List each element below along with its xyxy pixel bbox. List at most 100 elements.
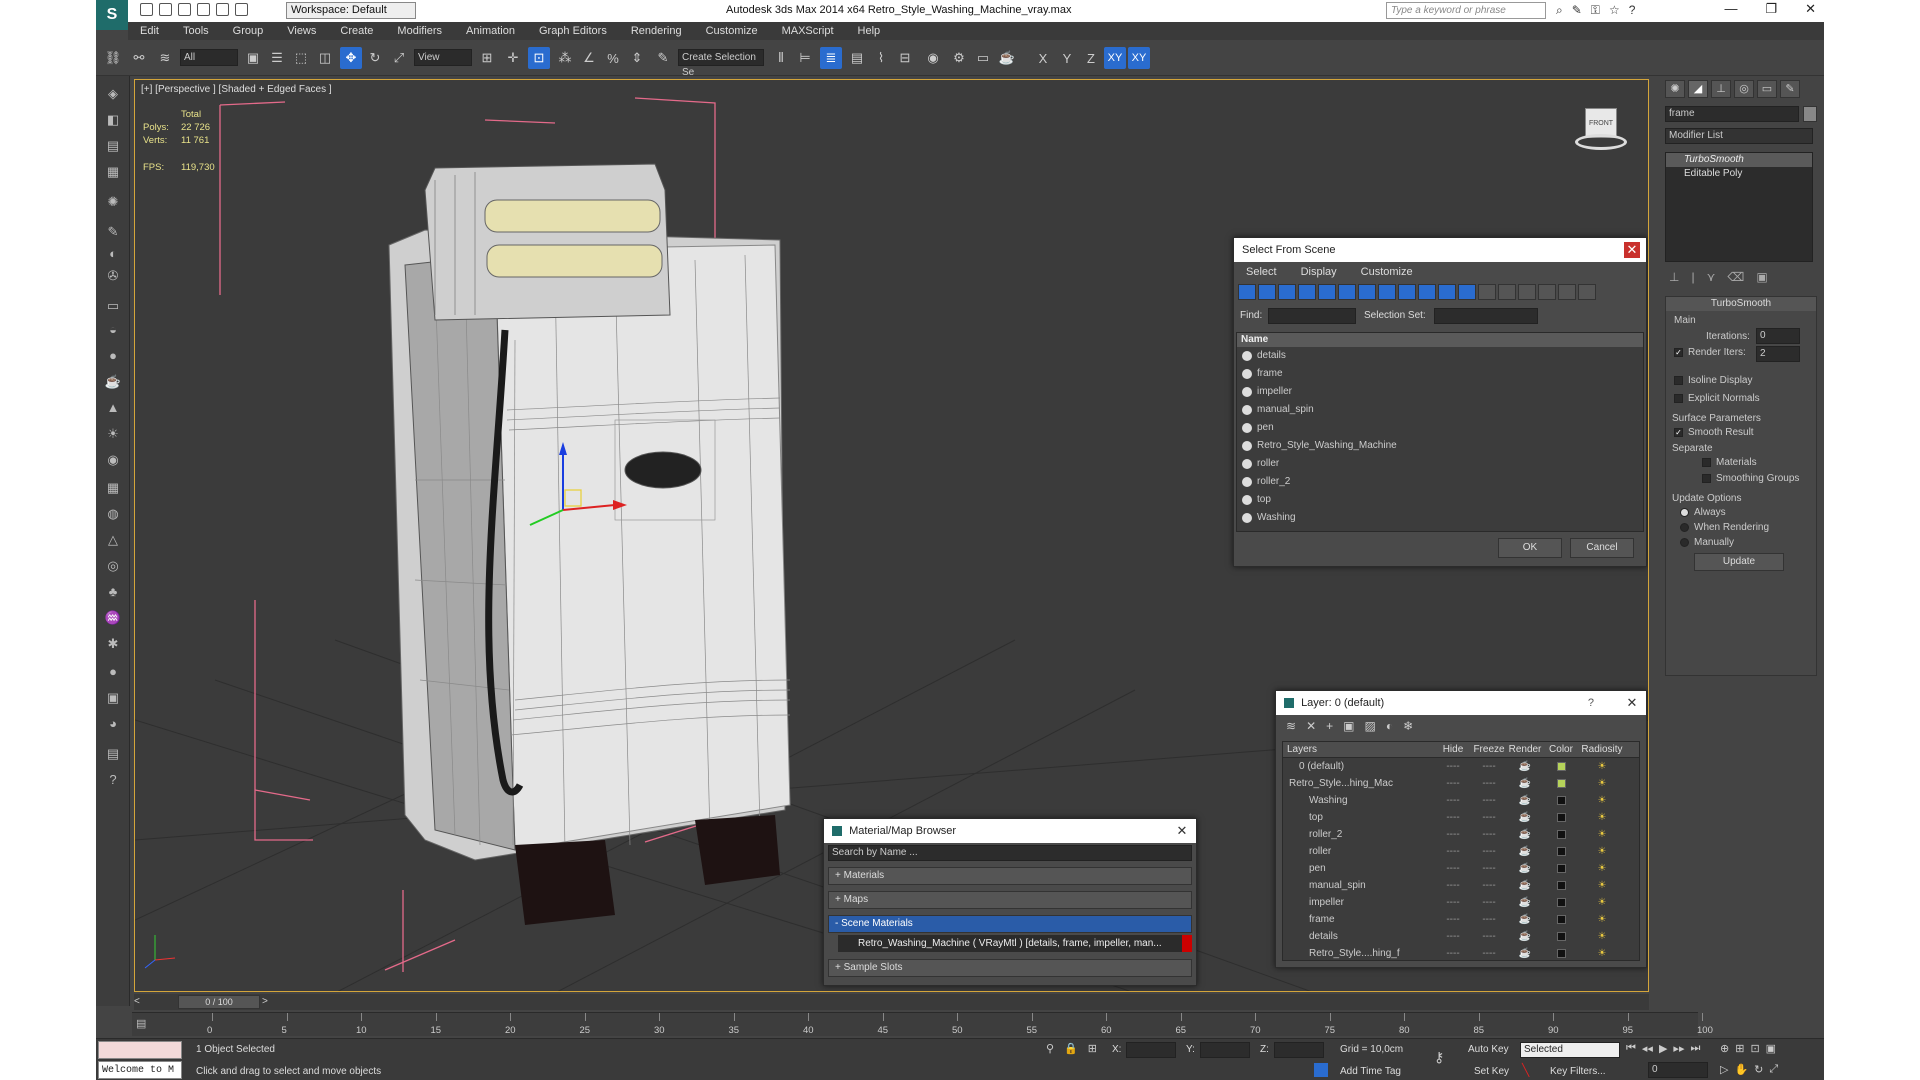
layer-row[interactable]: manual_spin ---- ---- ☕ ☀ [1283,877,1639,894]
layer-color-swatch[interactable] [1543,792,1579,809]
fur-icon[interactable]: ✱ [103,636,123,654]
layer-name[interactable]: details [1283,928,1435,945]
app-logo-icon[interactable]: S [96,0,128,30]
zoom-icon[interactable]: ⊕ [1720,1042,1729,1055]
layer-row[interactable]: impeller ---- ---- ☕ ☀ [1283,894,1639,911]
menu-graph-editors[interactable]: Graph Editors [527,22,619,40]
layer-row[interactable]: pen ---- ---- ☕ ☀ [1283,860,1639,877]
curve-editor-icon[interactable]: ⌇ [870,47,892,69]
hierarchy-tab-icon[interactable]: ⊥ [1711,80,1731,98]
scale-icon[interactable]: ⤢ [388,47,410,69]
axis-z-button[interactable]: Z [1080,47,1102,69]
material-editor-icon[interactable]: ◉ [922,47,944,69]
set-keys-icon[interactable]: ╲ [1522,1063,1536,1077]
list-item[interactable]: pen [1237,419,1643,437]
material-icon[interactable]: ▣ [103,690,123,708]
separate-materials-checkbox[interactable]: Materials [1702,457,1757,468]
project-icon[interactable] [235,3,248,16]
layer-radiosity-icon[interactable]: ☀ [1579,877,1625,894]
perspective-viewport[interactable]: [+] [Perspective ] [Shaded + Edged Faces… [134,79,1649,992]
maximize-viewport-icon[interactable]: ⤢ [1769,1063,1778,1076]
freeze-all-icon[interactable]: ❄ [1403,719,1413,735]
new-file-icon[interactable] [140,3,153,16]
select-all-icon[interactable] [1478,284,1496,300]
layer-row[interactable]: top ---- ---- ☕ ☀ [1283,809,1639,826]
snaps-toggle-icon[interactable]: ⁂ [554,47,576,69]
container-close-icon[interactable]: ▤ [103,138,123,156]
tools-icon[interactable]: ✎ [1572,3,1582,18]
render-iters-spinner[interactable]: 2 [1756,346,1800,362]
workspace-dropdown[interactable]: Workspace: Default [286,2,416,19]
show-end-result-icon[interactable]: | [1691,270,1694,284]
iterations-spinner[interactable]: 0 [1756,328,1800,344]
move-icon[interactable]: ✥ [340,47,362,69]
geo-sphere-icon[interactable]: ◉ [103,452,123,470]
display-tab-icon[interactable]: ▭ [1757,80,1777,98]
select-by-name-icon[interactable]: ☰ [266,47,288,69]
list-item[interactable]: roller_2 [1237,473,1643,491]
track-bar[interactable]: ▤ 0 5 10 15 20 25 30 35 40 45 50 55 60 65 70 75 80 85 90 95… [132,1012,1713,1036]
isolate-icon[interactable]: ⚲ [1046,1042,1054,1055]
current-frame-field[interactable]: 0 [1648,1062,1708,1078]
layer-name[interactable]: Retro_Style...hing_Mac [1283,775,1435,792]
search-input[interactable]: Type a keyword or phrase [1386,2,1546,19]
create-tab-icon[interactable]: ✺ [1665,80,1685,98]
layer-name[interactable]: manual_spin [1283,877,1435,894]
layer-freeze-toggle[interactable]: ---- [1471,928,1507,945]
rect-selection-icon[interactable]: ⬚ [290,47,312,69]
filter-groups-icon[interactable] [1358,284,1376,300]
sun-icon[interactable]: ☀ [103,426,123,444]
hierarchy-icon[interactable] [1558,284,1576,300]
layer-hide-toggle[interactable]: ---- [1435,860,1471,877]
key-icon[interactable]: ⚿ [1591,3,1600,18]
align-icon[interactable]: ⊨ [794,47,816,69]
sample-slots-group[interactable]: + Sample Slots [828,959,1192,977]
rotate-icon[interactable]: ↻ [364,47,386,69]
container-open-icon[interactable]: ◧ [103,112,123,130]
layer-render-icon[interactable]: ☕ [1507,860,1543,877]
layer-manager-icon[interactable]: ≣ [820,47,842,69]
list-item[interactable]: details [1237,347,1643,365]
utilities-tab-icon[interactable]: ✎ [1780,80,1800,98]
layer-radiosity-icon[interactable]: ☀ [1579,792,1625,809]
layer-radiosity-icon[interactable]: ☀ [1579,843,1625,860]
update-button[interactable]: Update [1694,553,1784,571]
bind-space-warp-icon[interactable]: ≋ [154,47,176,69]
select-none-icon[interactable] [1498,284,1516,300]
layer-hide-toggle[interactable]: ---- [1435,809,1471,826]
ok-button[interactable]: OK [1498,538,1562,558]
layer-freeze-toggle[interactable]: ---- [1471,911,1507,928]
hair-icon[interactable]: ♒ [103,610,123,628]
col-layers[interactable]: Layers [1283,742,1435,757]
menu-views[interactable]: Views [275,22,328,40]
layer-hide-toggle[interactable]: ---- [1435,758,1471,775]
pin-stack-icon[interactable]: ⊥ [1669,270,1679,284]
update-manually-radio[interactable]: Manually [1680,537,1734,548]
col-color[interactable]: Color [1543,742,1579,757]
layer-radiosity-icon[interactable]: ☀ [1579,894,1625,911]
orbit-icon[interactable]: ↻ [1754,1063,1763,1076]
layer-name[interactable]: roller [1283,843,1435,860]
layer-render-icon[interactable]: ☕ [1507,877,1543,894]
layer-row[interactable]: 0 (default) ---- ---- ☕ ☀ [1283,758,1639,775]
pan-icon[interactable]: ✋ [1734,1063,1748,1076]
layer-hide-toggle[interactable]: ---- [1435,843,1471,860]
angle-snap-icon[interactable]: ∠ [578,47,600,69]
time-slider[interactable]: < 0 / 100 > [134,994,1649,1010]
layer-color-swatch[interactable] [1543,775,1579,792]
layer-render-icon[interactable]: ☕ [1507,945,1543,962]
zoom-extents-all-icon[interactable]: ▣ [1766,1042,1776,1055]
layer-color-swatch[interactable] [1543,877,1579,894]
layer-render-icon[interactable]: ☕ [1507,928,1543,945]
go-to-start-icon[interactable]: ⏮ [1626,1042,1636,1055]
axis-xy-button[interactable]: XY [1104,47,1126,69]
absolute-mode-icon[interactable]: ⊞ [1088,1042,1097,1055]
delete-layer-icon[interactable]: ✕ [1306,719,1316,735]
layer-freeze-toggle[interactable]: ---- [1471,792,1507,809]
col-hide[interactable]: Hide [1435,742,1471,757]
washing-machine-model[interactable] [388,163,791,925]
go-to-end-icon[interactable]: ⏭ [1690,1042,1700,1055]
named-selection-set-dropdown[interactable]: Create Selection Se [678,49,764,78]
layer-radiosity-icon[interactable]: ☀ [1579,809,1625,826]
filter-frozen-icon[interactable] [1438,284,1456,300]
